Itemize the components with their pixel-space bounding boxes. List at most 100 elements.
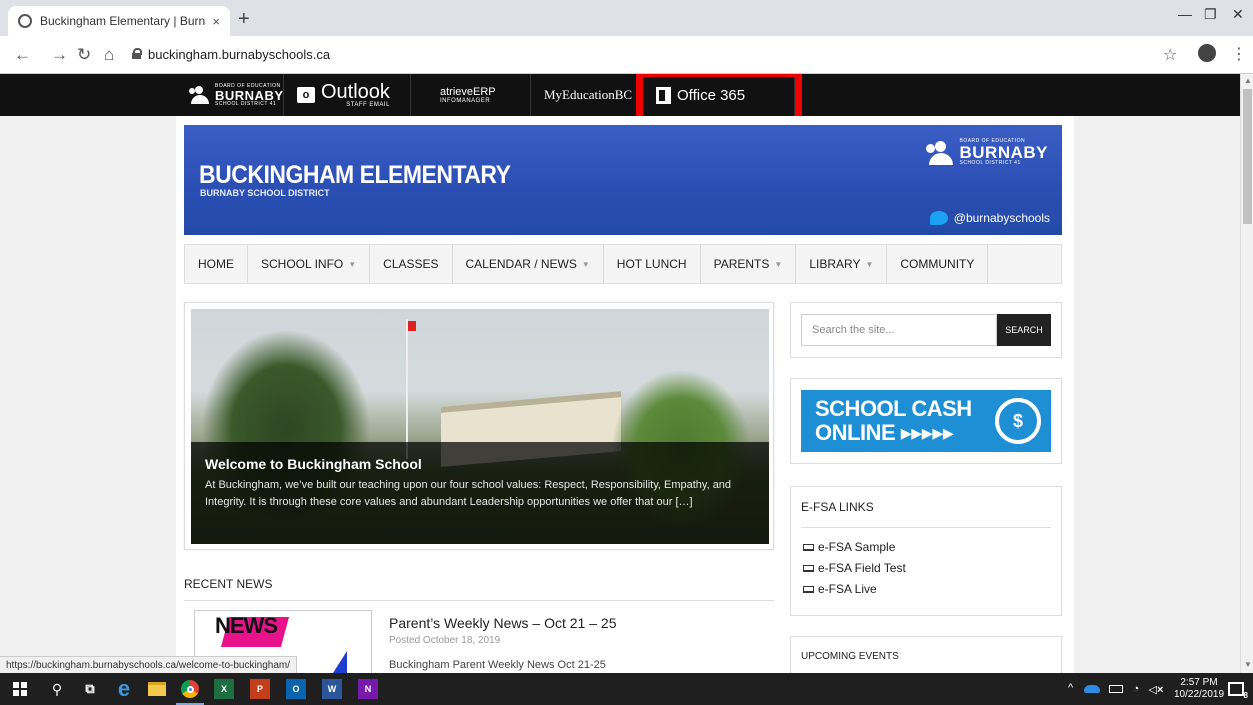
twitter-link[interactable]: @burnabyschools [929, 211, 1050, 225]
battery-icon[interactable] [1106, 679, 1126, 699]
news-date: Posted October 18, 2019 [389, 635, 501, 646]
task-view-icon[interactable]: ⧉ [80, 679, 100, 699]
outlook-link[interactable]: o Outlook STAFF EMAIL [297, 74, 390, 116]
divider [801, 527, 1051, 528]
clock[interactable]: 2:57 PM 10/22/2019 [1174, 677, 1224, 701]
profile-icon[interactable] [1198, 44, 1216, 62]
forward-icon[interactable]: → [51, 45, 68, 65]
myeducation-link[interactable]: MyEducationBC [544, 74, 636, 116]
nav-item-hot-lunch[interactable]: HOT LUNCH [604, 245, 701, 283]
news-excerpt: Buckingham Parent Weekly News Oct 21-25 [389, 659, 606, 671]
nav-item-label: SCHOOL INFO [261, 257, 344, 271]
upcoming-events-widget: UPCOMING EVENTS [790, 636, 1062, 673]
notification-icon[interactable]: 8 [1226, 679, 1248, 700]
search-widget: Search the site... SEARCH [790, 302, 1062, 358]
school-cash-banner[interactable]: SCHOOL CASH ONLINE ▸▸▸▸▸ $ [801, 390, 1051, 452]
thumb-blue-shape [333, 651, 347, 673]
bookmark-star-icon[interactable]: ☆ [1163, 45, 1177, 65]
divider [410, 74, 411, 116]
lock-icon[interactable] [132, 48, 142, 59]
burnaby-people-icon [189, 86, 211, 104]
scroll-thumb[interactable] [1243, 89, 1252, 224]
myeducation-label: MyEducationBC [544, 87, 633, 102]
nav-item-home[interactable]: HOME [185, 245, 248, 283]
burnaby-big-label: BURNABY [215, 87, 284, 103]
reload-icon[interactable]: ↻ [77, 45, 91, 65]
efsa-link-field-test[interactable]: e-FSA Field Test [803, 561, 906, 575]
efsa-widget: E-FSA LINKS e-FSA Sample e-FSA Field Tes… [790, 486, 1062, 616]
feature-title[interactable]: Welcome to Buckingham School [205, 456, 755, 472]
school-cash-line1: SCHOOL CASH [815, 396, 972, 421]
twitter-handle: @burnabyschools [953, 211, 1050, 225]
wifi-icon[interactable]: ◔ [1126, 679, 1146, 699]
burnaby-link[interactable]: BOARD OF EDUCATION BURNABY SCHOOL DISTRI… [189, 74, 284, 116]
tab-title: Buckingham Elementary | Burnaby [40, 14, 207, 28]
divider [184, 600, 774, 601]
vertical-scrollbar[interactable]: ▲ ▼ [1240, 74, 1253, 673]
atrieve-link[interactable]: atrieveERP INFOMANAGER [440, 74, 496, 116]
efsa-link-sample[interactable]: e-FSA Sample [803, 540, 895, 554]
nav-item-label: HOT LUNCH [616, 257, 687, 271]
nav-item-calendar-news[interactable]: CALENDAR / NEWS ▼ [453, 245, 604, 283]
nav-item-label: PARENTS [713, 257, 770, 271]
word-icon[interactable]: W [322, 679, 342, 699]
nav-item-classes[interactable]: CLASSES [370, 245, 453, 283]
laptop-icon [803, 543, 814, 551]
nav-item-parents[interactable]: PARENTS ▼ [701, 245, 797, 283]
file-explorer-icon[interactable] [147, 679, 167, 699]
url-field[interactable]: buckingham.burnabyschools.ca [148, 47, 330, 62]
tab-close-button[interactable]: × [212, 14, 220, 29]
upcoming-events-heading: UPCOMING EVENTS [801, 651, 899, 662]
edge-icon[interactable]: e [114, 676, 134, 701]
banner-burnaby-logo[interactable]: BOARD OF EDUCATION BURNABY SCHOOL DISTRI… [925, 139, 1049, 166]
show-hidden-icons[interactable]: ^ [1068, 682, 1073, 694]
divider [283, 74, 284, 116]
chrome-icon[interactable] [180, 679, 200, 699]
scroll-up-icon[interactable]: ▲ [1244, 76, 1252, 85]
clock-date: 10/22/2019 [1174, 689, 1225, 700]
efsa-link-label: e-FSA Field Test [818, 561, 906, 575]
news-title[interactable]: Parent’s Weekly News – Oct 21 – 25 [389, 615, 616, 631]
search-icon[interactable]: ⚲ [47, 679, 67, 699]
volume-mute-icon[interactable]: ◁× [1146, 679, 1166, 699]
school-title[interactable]: BUCKINGHAM ELEMENTARY [199, 160, 511, 190]
nav-item-library[interactable]: LIBRARY ▼ [796, 245, 888, 283]
divider [530, 74, 531, 116]
outlook-app-icon[interactable]: O [286, 679, 306, 699]
scroll-down-icon[interactable]: ▼ [1244, 660, 1252, 669]
powerpoint-icon[interactable]: P [250, 679, 270, 699]
close-window-icon[interactable]: ✕ [1232, 6, 1244, 23]
feature-slider[interactable]: Welcome to Buckingham School At Buckingh… [184, 302, 774, 550]
new-tab-button[interactable]: + [238, 8, 250, 31]
efsa-link-label: e-FSA Sample [818, 540, 896, 554]
search-input[interactable]: Search the site... [801, 314, 997, 346]
minimize-icon[interactable]: — [1178, 6, 1192, 22]
district-link-bar: BOARD OF EDUCATION BURNABY SCHOOL DISTRI… [0, 74, 1240, 116]
search-button[interactable]: SEARCH [997, 314, 1051, 346]
home-icon[interactable]: ⌂ [104, 45, 114, 65]
nav-item-school-info[interactable]: SCHOOL INFO ▼ [248, 245, 371, 283]
cash-hand-icon: $ [995, 398, 1041, 444]
nav-item-label: CALENDAR / NEWS [465, 257, 577, 271]
browser-tabbar: Buckingham Elementary | Burnaby × + — ❐ … [0, 0, 1253, 36]
nav-item-community[interactable]: COMMUNITY [887, 245, 989, 283]
back-icon[interactable]: ← [14, 45, 31, 65]
excel-icon[interactable]: X [214, 679, 234, 699]
efsa-link-label: e-FSA Live [818, 582, 877, 596]
burnaby-people-icon [925, 140, 956, 165]
browser-tab[interactable]: Buckingham Elementary | Burnaby × [8, 6, 230, 36]
address-bar: ← → ↻ ⌂ buckingham.burnabyschools.ca ☆ ⋮ [0, 36, 1253, 74]
chevron-down-icon: ▼ [581, 259, 590, 269]
efsa-link-live[interactable]: e-FSA Live [803, 582, 877, 596]
chevron-down-icon: ▼ [774, 259, 783, 269]
windows-start-icon[interactable] [10, 679, 30, 699]
menu-kebab-icon[interactable]: ⋮ [1231, 44, 1247, 64]
school-photo[interactable]: Welcome to Buckingham School At Buckingh… [191, 309, 769, 544]
status-url: https://buckingham.burnabyschools.ca/wel… [0, 656, 298, 673]
feature-text: At Buckingham, we’ve built our teaching … [205, 479, 732, 508]
onedrive-icon[interactable] [1082, 679, 1102, 699]
main-nav: HOME SCHOOL INFO ▼ CLASSES CALENDAR / NEWS ▼ H… [184, 244, 1062, 284]
flag-image [408, 321, 416, 331]
restore-icon[interactable]: ❐ [1204, 6, 1217, 23]
onenote-icon[interactable]: N [358, 679, 378, 699]
